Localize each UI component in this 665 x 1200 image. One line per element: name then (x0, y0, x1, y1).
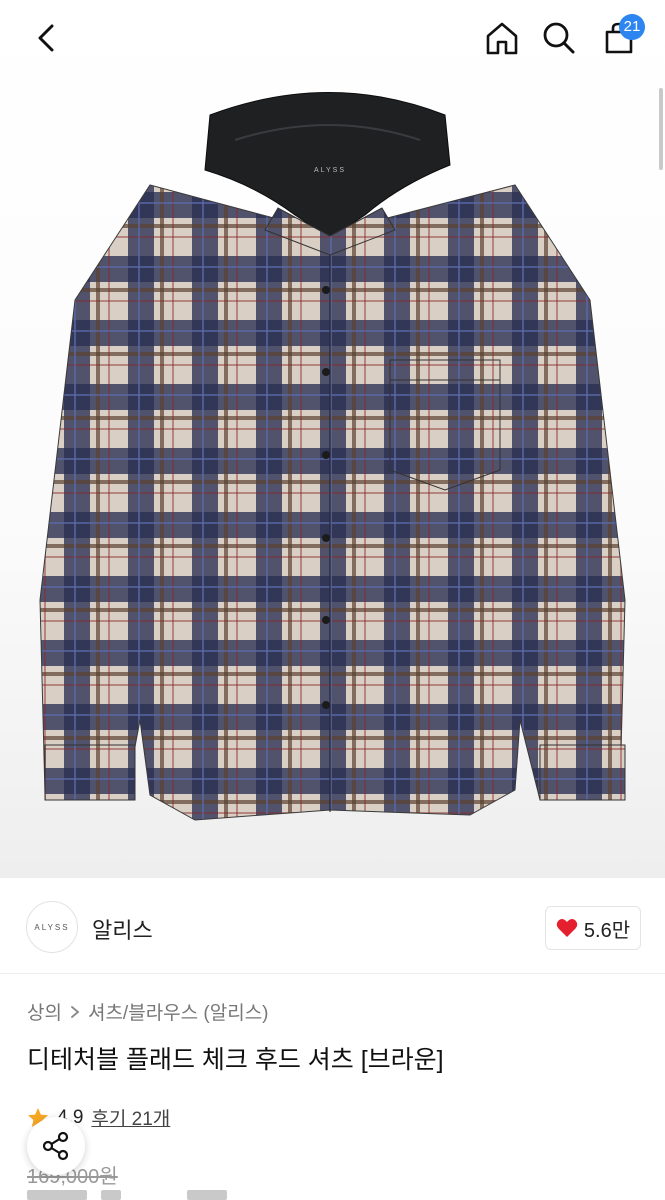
scrollbar-thumb[interactable] (659, 88, 663, 170)
share-icon (42, 1131, 69, 1161)
like-button[interactable]: 5.6만 (545, 906, 641, 950)
plaid-hooded-shirt-image: ALYSS (39, 92, 626, 821)
review-count-link[interactable]: 후기 21개 (91, 1104, 170, 1131)
cart-count-badge: 21 (619, 14, 645, 40)
brand-name[interactable]: 알리스 (92, 913, 153, 945)
chevron-right-icon (71, 1005, 80, 1018)
brand-logo[interactable]: ALYSS (26, 901, 78, 953)
product-title: 디테처블 플래드 체크 후드 셔츠 [브라운] (27, 1046, 444, 1074)
sale-price-partial (27, 1190, 237, 1200)
search-button[interactable] (537, 16, 581, 60)
home-button[interactable] (480, 16, 524, 60)
back-button[interactable] (24, 16, 68, 60)
breadcrumb-item-top[interactable]: 상의 (27, 998, 62, 1025)
like-count: 5.6만 (583, 919, 631, 942)
home-icon (486, 22, 518, 55)
chevron-left-icon (38, 24, 54, 52)
top-navigation-bar: 21 (0, 0, 665, 80)
breadcrumb: 상의 셔츠/블라우스 (알리스) (27, 998, 269, 1025)
breadcrumb-item-shirts[interactable]: 셔츠/블라우스 (알리스) (88, 998, 269, 1025)
hood-label-text: ALYSS (314, 167, 346, 174)
heart-icon (556, 919, 578, 937)
search-icon (543, 22, 575, 54)
share-button[interactable] (27, 1117, 85, 1175)
product-hero-image[interactable]: ALYSS (0, 0, 665, 878)
cart-button[interactable]: 21 (597, 14, 645, 60)
brand-row: ALYSS 알리스 5.6만 (0, 880, 665, 974)
